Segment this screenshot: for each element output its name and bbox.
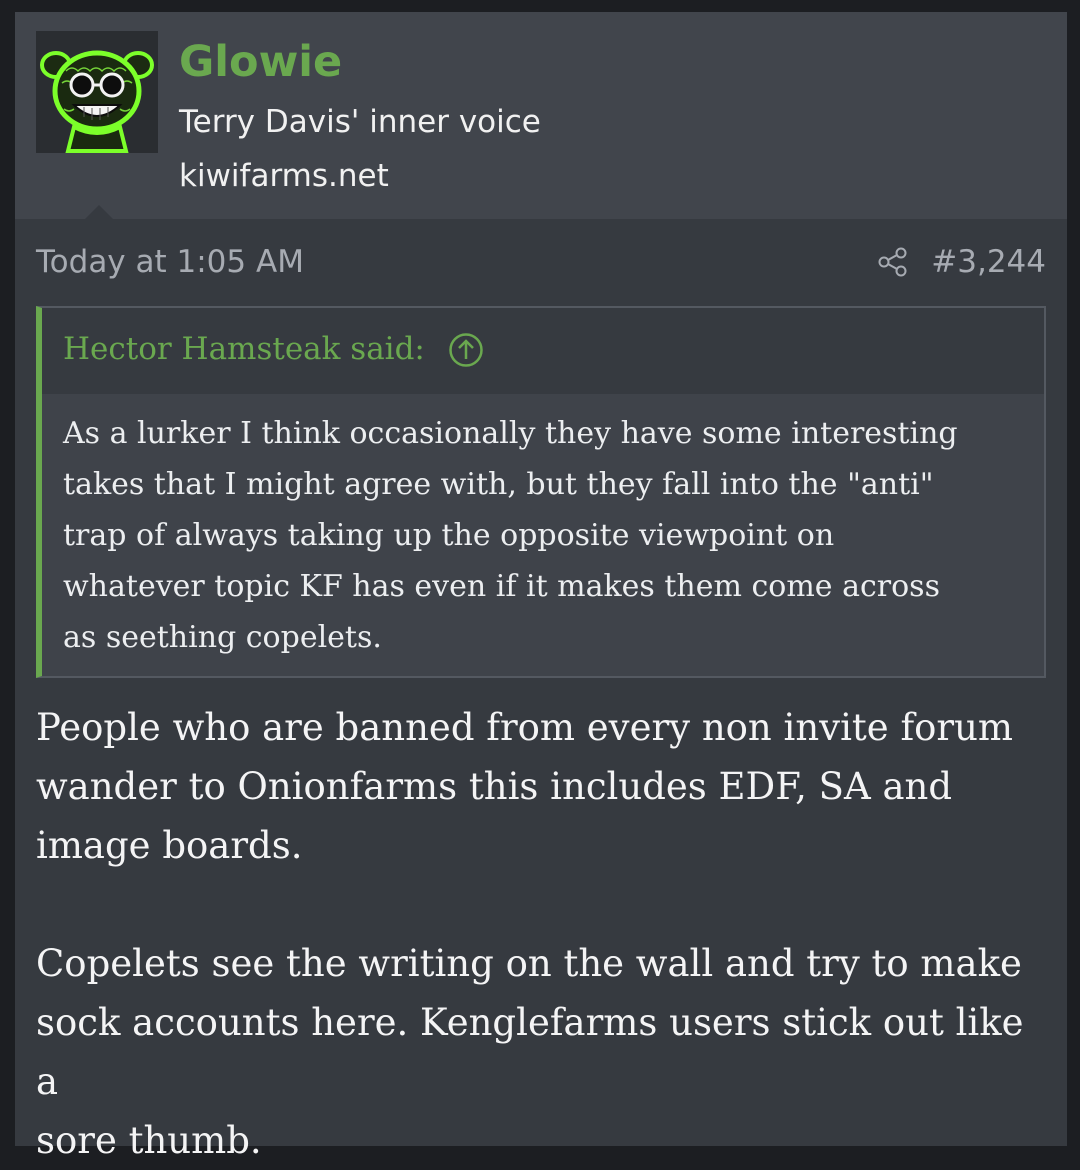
- post-date[interactable]: Today at 1:05 AM: [36, 240, 304, 284]
- quote-line: As a lurker I think occasionally they ha…: [63, 416, 958, 451]
- quote-text: As a lurker I think occasionally they ha…: [63, 408, 1023, 663]
- avatar[interactable]: [36, 31, 158, 153]
- quote-line: as seething copelets.: [63, 620, 382, 655]
- quote-line: whatever topic KF has even if it makes t…: [63, 569, 940, 604]
- quote-line: trap of always taking up the opposite vi…: [63, 518, 835, 553]
- user-title: Terry Davis' inner voice: [179, 104, 541, 140]
- quote-author[interactable]: Hector Hamsteak said:: [63, 326, 425, 372]
- username[interactable]: Glowie: [179, 34, 342, 90]
- message-line: sore thumb.: [36, 1119, 262, 1162]
- quote-block: Hector Hamsteak said: As a lurker I thin…: [36, 306, 1046, 678]
- share-icon[interactable]: [877, 246, 909, 278]
- post-number-link[interactable]: #3,244: [931, 240, 1046, 284]
- user-info-bar: Glowie Terry Davis' inner voice kiwifarm…: [15, 12, 1067, 219]
- avatar-image: [36, 31, 158, 153]
- userbar-pointer: [85, 205, 113, 219]
- quote-header: Hector Hamsteak said:: [42, 308, 1044, 394]
- message-body: People who are banned from every non inv…: [36, 698, 1056, 1170]
- message-line: People who are banned from every non inv…: [36, 706, 1014, 749]
- forum-post: Glowie Terry Davis' inner voice kiwifarm…: [15, 12, 1067, 1162]
- message-line: Copelets see the writing on the wall and…: [36, 942, 1022, 985]
- message-paragraph: People who are banned from every non inv…: [36, 698, 1056, 875]
- message-line: wander to Onionfarms this includes EDF, …: [36, 765, 953, 808]
- user-site: kiwifarms.net: [179, 158, 389, 194]
- message-paragraph: Copelets see the writing on the wall and…: [36, 934, 1056, 1170]
- arrow-up-circle-icon[interactable]: [448, 332, 484, 368]
- message-line: sock accounts here. Kenglefarms users st…: [36, 1001, 1024, 1103]
- message-line: image boards.: [36, 824, 303, 867]
- quote-line: takes that I might agree with, but they …: [63, 467, 934, 502]
